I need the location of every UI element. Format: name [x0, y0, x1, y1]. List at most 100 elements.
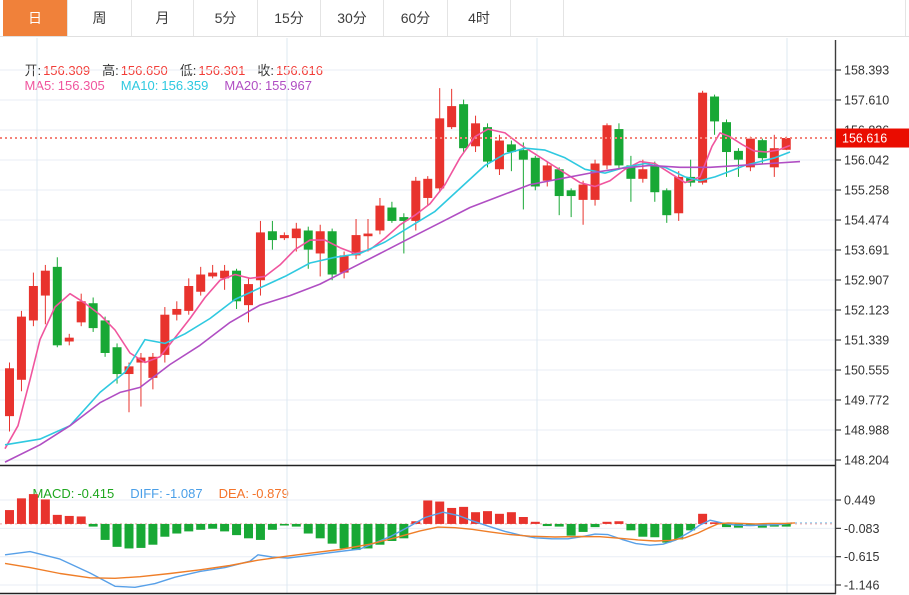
- macd-bar: [160, 524, 169, 537]
- candle-body: [734, 151, 743, 160]
- candle-body: [364, 234, 373, 237]
- macd-bar: [53, 515, 62, 524]
- candle-body: [268, 231, 277, 240]
- price-axis-label: 158.393: [844, 64, 889, 78]
- macd-bar: [591, 524, 600, 527]
- macd-bar: [543, 524, 552, 526]
- ma5-line: [5, 129, 790, 449]
- candle-body: [555, 169, 564, 196]
- candle-body: [423, 179, 432, 198]
- candle-body: [650, 165, 659, 192]
- macd-bar: [268, 524, 277, 530]
- candle-body: [160, 315, 169, 355]
- macd-bar: [148, 524, 157, 545]
- macd-bar: [101, 524, 110, 540]
- price-axis-label: 155.258: [844, 183, 889, 197]
- macd-bar: [113, 524, 122, 547]
- macd-bar: [172, 524, 181, 534]
- macd-bar: [256, 524, 265, 540]
- macd-bar: [459, 507, 468, 524]
- macd-bar: [316, 524, 325, 538]
- candle-body: [519, 150, 528, 160]
- macd-bar: [579, 524, 588, 532]
- candle-body: [113, 347, 122, 374]
- macd-bar: [483, 511, 492, 524]
- candle-body: [101, 320, 110, 353]
- candle-body: [483, 127, 492, 161]
- macd-bar: [41, 499, 50, 524]
- macd-bar: [89, 524, 98, 527]
- candle-body: [208, 273, 217, 277]
- macd-bar: [29, 494, 38, 524]
- macd-axis-label: 0.449: [844, 494, 875, 508]
- macd-bar: [447, 508, 456, 524]
- candle-body: [387, 208, 396, 221]
- price-axis-label: 153.691: [844, 243, 889, 257]
- macd-bar: [626, 524, 635, 530]
- price-axis-label: 148.988: [844, 423, 889, 437]
- price-axis-label: 152.123: [844, 303, 889, 317]
- candle-body: [435, 118, 444, 188]
- candle-body: [459, 104, 468, 148]
- macd-bar: [495, 514, 504, 524]
- macd-bar: [531, 522, 540, 524]
- macd-bar: [638, 524, 647, 537]
- price-axis-label: 156.042: [844, 153, 889, 167]
- macd-bar: [77, 516, 86, 523]
- candle-body: [603, 125, 612, 165]
- macd-bar: [304, 524, 313, 534]
- candle-body: [674, 177, 683, 213]
- macd-bar: [232, 524, 241, 535]
- candle-body: [328, 231, 337, 274]
- candle-body: [172, 309, 181, 315]
- candlestick-svg: 158.393157.610156.826156.042155.258154.4…: [0, 0, 909, 595]
- macd-bar: [603, 522, 612, 524]
- price-axis-label: 151.339: [844, 334, 889, 348]
- macd-bar: [423, 500, 432, 523]
- candle-body: [591, 164, 600, 200]
- macd-bar: [220, 524, 229, 531]
- candle-body: [567, 190, 576, 196]
- candle-body: [710, 97, 719, 122]
- macd-bar: [65, 516, 74, 524]
- kline-chart-app: 日周月5分15分30分60分4时 开:156.309高:156.650低:156…: [0, 0, 909, 595]
- macd-bar: [555, 524, 564, 527]
- candle-body: [662, 190, 671, 215]
- price-axis-label: 149.772: [844, 393, 889, 407]
- candle-body: [280, 235, 289, 238]
- macd-bar: [196, 524, 205, 530]
- candle-body: [53, 267, 62, 345]
- macd-bar: [17, 498, 26, 524]
- candle-body: [17, 317, 26, 380]
- candle-body: [638, 169, 647, 179]
- macd-bar: [507, 512, 516, 524]
- price-axis-label: 148.204: [844, 454, 889, 468]
- macd-bar: [125, 524, 134, 549]
- price-axis-label: 150.555: [844, 364, 889, 378]
- macd-bar: [208, 524, 217, 529]
- chart-plot-area[interactable]: 158.393157.610156.826156.042155.258154.4…: [0, 0, 909, 595]
- macd-bar: [328, 524, 337, 544]
- last-price-box-label: 156.616: [842, 132, 887, 146]
- price-axis-label: 157.610: [844, 93, 889, 107]
- macd-bar: [244, 524, 253, 538]
- macd-bar: [136, 524, 145, 548]
- macd-bar: [519, 517, 528, 524]
- macd-bar: [280, 524, 289, 526]
- macd-axis-label: -0.615: [844, 550, 879, 564]
- candle-body: [5, 368, 14, 416]
- candle-body: [29, 286, 38, 320]
- candle-body: [614, 129, 623, 165]
- candle-body: [184, 286, 193, 311]
- candle-body: [41, 271, 50, 296]
- diff-line: [5, 512, 792, 587]
- candle-body: [579, 185, 588, 200]
- macd-axis-label: -0.083: [844, 522, 879, 536]
- macd-bar: [292, 524, 301, 527]
- candle-body: [256, 232, 265, 280]
- candle-body: [543, 165, 552, 180]
- candle-body: [65, 338, 74, 342]
- macd-axis-label: -1.146: [844, 579, 879, 593]
- candle-body: [292, 229, 301, 239]
- macd-bar: [567, 524, 576, 536]
